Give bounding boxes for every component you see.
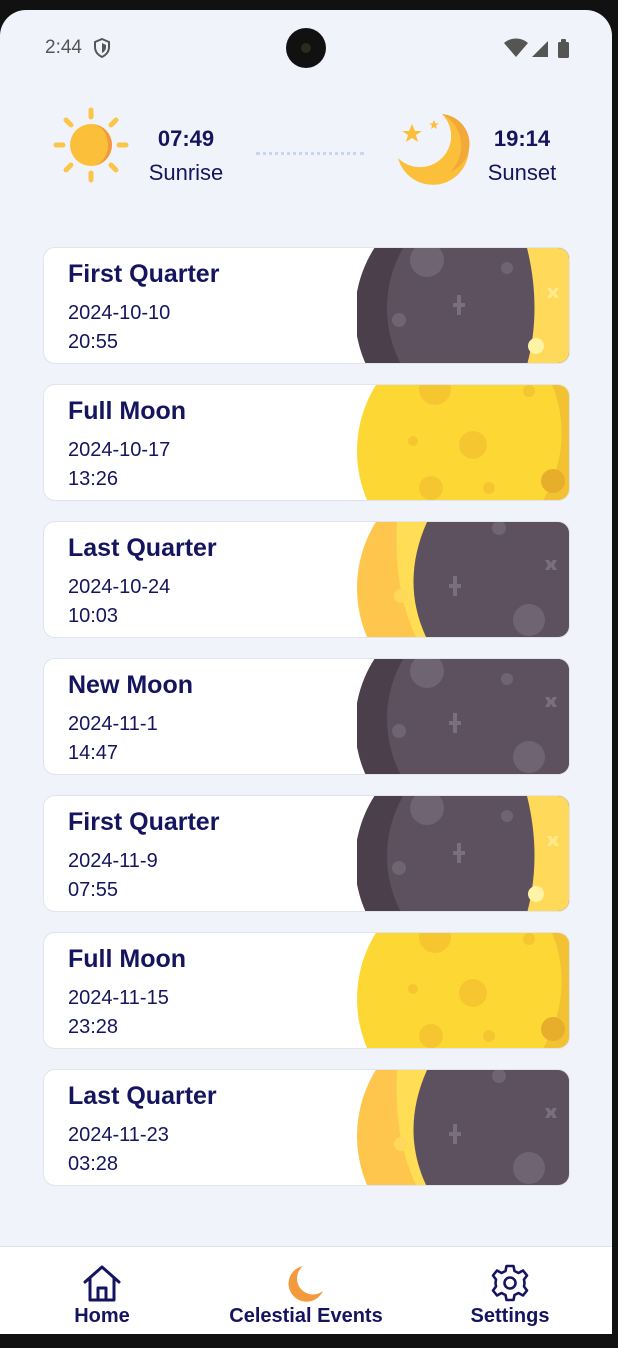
battery-icon xyxy=(558,39,569,58)
crescent-moon-stars-icon xyxy=(390,106,470,191)
status-icons xyxy=(504,38,574,63)
moon-phase-list: First Quarter 2024-10-10 20:55 Full Moon… xyxy=(43,247,570,1206)
home-icon xyxy=(83,1265,121,1302)
moon-phase-card[interactable]: Full Moon 2024-11-15 23:28 xyxy=(43,932,570,1049)
sunrise-label: Sunrise xyxy=(148,160,224,185)
gear-icon xyxy=(491,1264,529,1302)
phase-date: 2024-11-23 xyxy=(68,1124,169,1146)
shield-icon xyxy=(93,37,111,63)
nav-settings-label: Settings xyxy=(470,1305,550,1327)
nav-home[interactable]: Home xyxy=(52,1247,152,1334)
phase-time: 13:26 xyxy=(68,468,119,490)
phase-time: 20:55 xyxy=(68,331,119,353)
nav-settings[interactable]: Settings xyxy=(460,1247,560,1334)
phase-date: 2024-10-10 xyxy=(68,302,171,324)
last-quarter-moon-icon xyxy=(357,522,569,637)
phase-date: 2024-11-1 xyxy=(68,713,158,735)
phase-name: Last Quarter xyxy=(68,1082,217,1110)
sunset-info: 19:14 Sunset xyxy=(478,126,566,186)
phase-date: 2024-10-24 xyxy=(68,576,171,598)
status-time: 2:44 xyxy=(45,37,82,58)
moon-phase-card[interactable]: First Quarter 2024-11-9 07:55 xyxy=(43,795,570,912)
sunset-label: Sunset xyxy=(487,160,557,185)
phase-name: Full Moon xyxy=(68,945,187,973)
first-quarter-moon-icon xyxy=(357,796,569,911)
sunset-time: 19:14 xyxy=(493,126,551,151)
phone-screen: 2:44 07:49 Sunrise 19:14 Sunset First Qu… xyxy=(0,10,612,1334)
sunrise-time: 07:49 xyxy=(157,126,215,151)
nav-home-label: Home xyxy=(74,1305,130,1327)
dotted-divider xyxy=(256,152,364,155)
phase-time: 14:47 xyxy=(68,742,119,764)
phase-name: First Quarter xyxy=(68,808,220,836)
phase-name: First Quarter xyxy=(68,260,220,288)
moon-phase-card[interactable]: Last Quarter 2024-10-24 10:03 xyxy=(43,521,570,638)
phase-name: Last Quarter xyxy=(68,534,217,562)
camera-cutout xyxy=(286,28,326,68)
crescent-moon-icon xyxy=(288,1266,323,1302)
phase-date: 2024-10-17 xyxy=(68,439,171,461)
new-moon-icon xyxy=(357,659,569,774)
nav-celestial-events-label: Celestial Events xyxy=(229,1305,383,1327)
phase-date: 2024-11-9 xyxy=(68,850,158,872)
status-bar: 2:44 xyxy=(0,10,612,80)
moon-phase-card[interactable]: New Moon 2024-11-1 14:47 xyxy=(43,658,570,775)
full-moon-icon xyxy=(357,933,569,1048)
wifi-icon xyxy=(504,38,528,57)
phase-name: New Moon xyxy=(68,671,193,699)
sun-icon xyxy=(52,106,130,189)
first-quarter-moon-icon xyxy=(357,248,569,363)
nav-celestial-events[interactable]: Celestial Events xyxy=(216,1247,396,1334)
phase-time: 10:03 xyxy=(68,605,119,627)
phase-time: 23:28 xyxy=(68,1016,119,1038)
moon-phase-card[interactable]: Full Moon 2024-10-17 13:26 xyxy=(43,384,570,501)
bottom-navigation: Home Celestial Events Settings xyxy=(0,1246,612,1334)
signal-icon xyxy=(532,41,548,57)
phase-name: Full Moon xyxy=(68,397,187,425)
sunrise-sunset-panel: 07:49 Sunrise 19:14 Sunset xyxy=(0,100,612,210)
moon-phase-card[interactable]: First Quarter 2024-10-10 20:55 xyxy=(43,247,570,364)
moon-phase-card[interactable]: Last Quarter 2024-11-23 03:28 xyxy=(43,1069,570,1186)
phase-time: 07:55 xyxy=(68,879,119,901)
phase-date: 2024-11-15 xyxy=(68,987,169,1009)
last-quarter-moon-icon xyxy=(357,1070,569,1185)
sunrise-info: 07:49 Sunrise xyxy=(140,126,232,186)
phase-time: 03:28 xyxy=(68,1153,119,1175)
full-moon-icon xyxy=(357,385,569,500)
